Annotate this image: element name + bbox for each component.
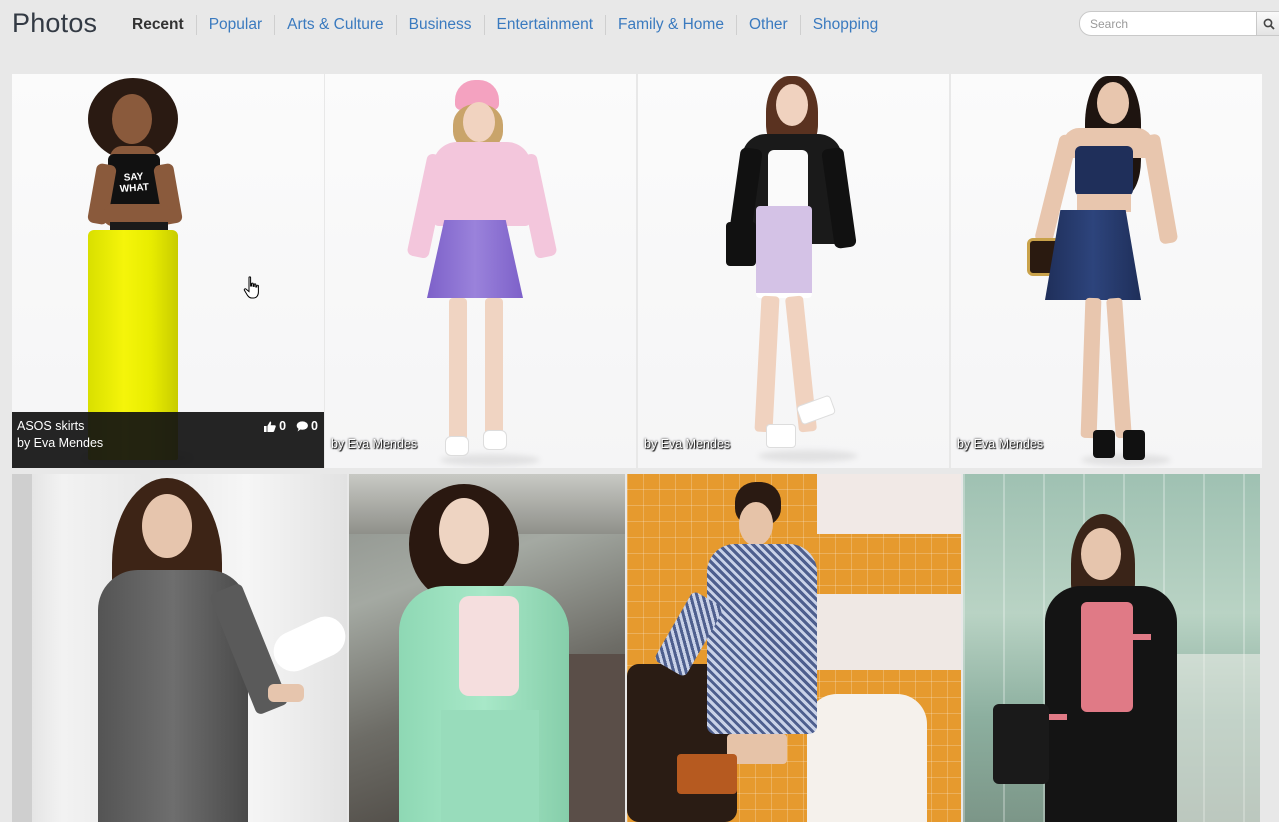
photo-image (638, 74, 949, 468)
photo-image (627, 474, 961, 822)
like-count-value: 0 (279, 419, 287, 433)
category-nav: Recent Popular Arts & Culture Business E… (120, 15, 890, 35)
search-button[interactable] (1256, 11, 1279, 36)
nav-item-entertainment[interactable]: Entertainment (485, 15, 607, 35)
photo-tile[interactable] (627, 474, 961, 822)
top-bar: Photos Recent Popular Arts & Culture Bus… (0, 0, 1279, 50)
photo-image (325, 74, 636, 468)
photo-author[interactable]: by Eva Mendes (17, 436, 103, 450)
photo-stats: 0 0 (264, 419, 318, 433)
photo-image (951, 74, 1262, 468)
comment-count-value: 0 (311, 419, 318, 433)
photo-author[interactable]: by Eva Mendes (644, 437, 730, 451)
photo-image: SAY WHAT (12, 74, 324, 468)
nav-item-popular[interactable]: Popular (197, 15, 276, 35)
search-box (1079, 11, 1279, 36)
like-count[interactable]: 0 (264, 419, 286, 433)
nav-item-family-home[interactable]: Family & Home (606, 15, 737, 35)
search-icon (1263, 18, 1275, 30)
photo-image (12, 474, 347, 822)
photo-tile[interactable] (963, 474, 1260, 822)
photo-tile[interactable]: by Eva Mendes (951, 74, 1262, 468)
comment-bubble-icon (296, 420, 308, 431)
nav-item-shopping[interactable]: Shopping (801, 15, 891, 35)
hand-pointer-icon (243, 276, 259, 299)
photo-caption: ASOS skirts by Eva Mendes 0 0 (12, 412, 324, 468)
nav-item-arts-culture[interactable]: Arts & Culture (275, 15, 397, 35)
nav-item-business[interactable]: Business (397, 15, 485, 35)
photo-tile[interactable] (12, 474, 347, 822)
photo-tile[interactable] (349, 474, 625, 822)
photo-tile[interactable]: by Eva Mendes (638, 74, 949, 468)
photo-image (963, 474, 1260, 822)
search-input[interactable] (1079, 11, 1257, 36)
thumbs-up-icon (264, 421, 276, 432)
page-title: Photos (12, 8, 98, 38)
nav-item-other[interactable]: Other (737, 15, 801, 35)
photo-author[interactable]: by Eva Mendes (957, 437, 1043, 451)
photo-tile[interactable]: by Eva Mendes (325, 74, 636, 468)
photo-image (349, 474, 625, 822)
nav-item-recent[interactable]: Recent (120, 15, 197, 35)
photo-author[interactable]: by Eva Mendes (331, 437, 417, 451)
comment-count[interactable]: 0 (296, 419, 318, 433)
photo-title[interactable]: ASOS skirts (17, 419, 84, 433)
photo-tile[interactable]: SAY WHAT ASOS skirts by Eva Mendes 0 0 (12, 74, 324, 468)
